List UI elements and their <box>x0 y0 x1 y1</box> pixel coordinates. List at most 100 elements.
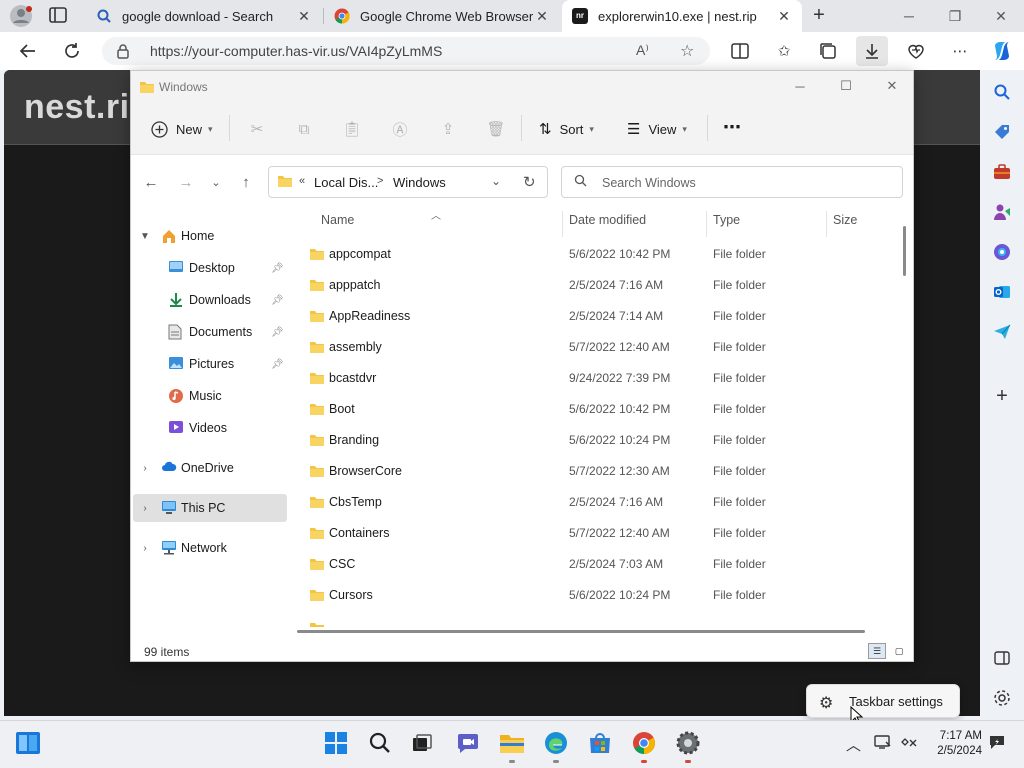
chevron-right-icon[interactable]: › <box>139 503 151 514</box>
file-row[interactable]: Containers 5/7/2022 12:40 AM File folder <box>301 518 901 549</box>
paste-icon[interactable]: 📋︎ <box>342 120 361 138</box>
file-row[interactable]: Boot 5/6/2022 10:42 PM File folder <box>301 394 901 425</box>
column-header-type[interactable]: Type <box>713 213 740 235</box>
breadcrumb-separator[interactable]: > <box>377 175 383 187</box>
file-explorer-taskbar-icon[interactable] <box>498 729 526 757</box>
file-row[interactable]: appcompat 5/6/2022 10:42 PM File folder <box>301 239 901 270</box>
breadcrumb-local-disk[interactable]: Local Dis... <box>314 175 378 190</box>
file-row[interactable]: BrowserCore 5/7/2022 12:30 AM File folder <box>301 456 901 487</box>
nav-item-pictures[interactable]: Pictures 📌︎ <box>131 350 289 378</box>
search-input[interactable]: Search Windows <box>602 176 696 190</box>
copilot-icon[interactable] <box>990 40 1014 62</box>
store-icon[interactable] <box>586 729 614 757</box>
file-row[interactable]: assembly 5/7/2022 12:40 AM File folder <box>301 332 901 363</box>
nav-item-music[interactable]: Music <box>131 382 289 410</box>
view-button[interactable]: ☰ View ▾ <box>627 117 687 141</box>
file-explorer-window[interactable]: Windows ─ ☐ ✕ New ▾ ✂ ⧉ 📋︎ Ⓐ ⇪ 🗑︎ ⇅ Sort… <box>130 70 914 662</box>
chevron-down-icon[interactable]: ⌄ <box>491 174 501 188</box>
edge-icon[interactable] <box>542 729 570 757</box>
sidebar-shopping-icon[interactable] <box>992 122 1012 142</box>
vertical-scroll-thumb[interactable] <box>903 226 906 276</box>
see-more-button[interactable]: ⋯ <box>723 115 741 139</box>
sidebar-tools-icon[interactable] <box>992 162 1012 182</box>
more-options-icon[interactable]: ⋯ <box>948 40 972 62</box>
sidebar-settings-icon[interactable] <box>992 688 1012 708</box>
column-separator[interactable] <box>826 211 827 237</box>
explorer-maximize-button[interactable]: ☐ <box>823 71 869 101</box>
start-icon[interactable] <box>322 729 350 757</box>
file-row[interactable]: CbsTemp 2/5/2024 7:16 AM File folder <box>301 487 901 518</box>
file-row[interactable]: bcastdvr 9/24/2022 7:39 PM File folder <box>301 363 901 394</box>
close-button[interactable]: ✕ <box>978 0 1024 32</box>
sidebar-games-icon[interactable] <box>992 202 1012 222</box>
close-tab-icon[interactable]: ✕ <box>296 8 312 25</box>
rename-icon[interactable]: Ⓐ <box>391 120 409 139</box>
settings-taskbar-icon[interactable] <box>674 729 702 757</box>
read-aloud-icon[interactable]: A⁾ <box>636 42 649 59</box>
chrome-taskbar-icon[interactable] <box>630 729 658 757</box>
details-view-icon[interactable]: ☰ <box>868 643 886 659</box>
copy-icon[interactable]: ⧉ <box>295 120 313 138</box>
profile-avatar-icon[interactable] <box>8 4 34 28</box>
column-header-size[interactable]: Size <box>833 213 857 235</box>
sidebar-hide-icon[interactable] <box>992 648 1012 668</box>
tab-search[interactable]: google download - Search ✕ <box>86 0 322 32</box>
show-hidden-icons-icon[interactable]: ︿ <box>846 734 861 755</box>
back-button[interactable] <box>17 40 39 62</box>
pin-icon[interactable]: 📌︎ <box>271 327 284 338</box>
split-screen-icon[interactable] <box>728 40 752 62</box>
nav-item-documents[interactable]: Documents 📌︎ <box>131 318 289 346</box>
chat-icon[interactable] <box>454 729 482 757</box>
sidebar-search-icon[interactable] <box>992 82 1012 102</box>
pin-icon[interactable]: 📌︎ <box>271 295 284 306</box>
system-clock[interactable]: 7:17 AM 2/5/2024 <box>928 729 982 759</box>
file-row-partial[interactable] <box>301 619 901 627</box>
close-tab-icon[interactable]: ✕ <box>776 8 792 25</box>
tab-chrome[interactable]: Google Chrome Web Browser ✕ <box>324 0 560 32</box>
pin-icon[interactable]: 📌︎ <box>271 359 284 370</box>
address-bar[interactable]: https://your-computer.has-vir.us/VAI4pZy… <box>102 37 710 65</box>
file-row[interactable]: Branding 5/6/2022 10:24 PM File folder <box>301 425 901 456</box>
search-taskbar-icon[interactable] <box>366 729 394 757</box>
collections-icon[interactable] <box>816 40 840 62</box>
sidebar-add-icon[interactable]: + <box>992 385 1012 407</box>
refresh-icon[interactable]: ↻ <box>523 173 536 191</box>
recent-locations-icon[interactable]: ⌄ <box>206 172 226 192</box>
search-box[interactable]: Search Windows <box>561 166 903 198</box>
explorer-close-button[interactable]: ✕ <box>869 71 915 101</box>
chevron-right-icon[interactable]: › <box>139 463 151 474</box>
minimize-button[interactable]: ─ <box>886 0 932 32</box>
nav-item-onedrive[interactable]: › OneDrive <box>131 454 289 482</box>
downloads-icon[interactable] <box>856 36 888 66</box>
file-row[interactable]: Cursors 5/6/2022 10:24 PM File folder <box>301 580 901 611</box>
breadcrumb-overflow[interactable]: « <box>299 175 305 187</box>
nav-item-desktop[interactable]: Desktop 📌︎ <box>131 254 289 282</box>
column-header-name[interactable]: Name <box>321 213 354 235</box>
cut-icon[interactable]: ✂ <box>248 120 266 138</box>
url-text[interactable]: https://your-computer.has-vir.us/VAI4pZy… <box>150 43 442 59</box>
widgets-icon[interactable] <box>14 729 42 757</box>
horizontal-scroll-thumb[interactable] <box>297 630 865 633</box>
new-tab-button[interactable]: + <box>808 4 830 26</box>
nav-item-home[interactable]: ▼ Home <box>131 222 289 250</box>
chevron-down-icon[interactable]: ▼ <box>139 231 151 242</box>
new-button[interactable]: New ▾ <box>151 117 213 141</box>
nav-item-videos[interactable]: Videos <box>131 414 289 442</box>
file-row[interactable]: apppatch 2/5/2024 7:16 AM File folder <box>301 270 901 301</box>
column-separator[interactable] <box>706 211 707 237</box>
task-view-icon[interactable] <box>408 729 436 757</box>
tab-actions-icon[interactable] <box>48 6 70 26</box>
favorite-star-icon[interactable]: ☆ <box>680 41 694 61</box>
pin-icon[interactable]: 📌︎ <box>271 263 284 274</box>
nav-item-this-pc[interactable]: › This PC <box>133 494 287 522</box>
favorites-icon[interactable]: ✩ <box>772 40 796 62</box>
taskbar-settings-menu[interactable]: ⚙ Taskbar settings <box>806 684 960 718</box>
chevron-right-icon[interactable]: › <box>139 543 151 554</box>
breadcrumb-windows[interactable]: Windows <box>393 175 446 190</box>
restore-button[interactable]: ❐ <box>932 0 978 32</box>
explorer-minimize-button[interactable]: ─ <box>777 71 823 101</box>
column-header-date[interactable]: Date modified <box>569 213 646 235</box>
browser-essentials-icon[interactable] <box>904 40 928 62</box>
sidebar-drop-icon[interactable] <box>992 322 1012 342</box>
file-row[interactable]: AppReadiness 2/5/2024 7:14 AM File folder <box>301 301 901 332</box>
